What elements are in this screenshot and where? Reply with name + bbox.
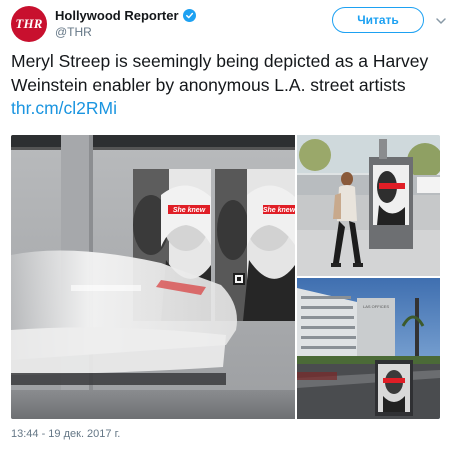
account-names[interactable]: Hollywood Reporter @THR [55,8,196,39]
follow-button[interactable]: Читать [332,7,424,33]
tweet-header: THR Hollywood Reporter @THR Читать [11,6,446,46]
svg-text:LAS OFFICES: LAS OFFICES [363,304,389,309]
photo-woman-walking[interactable] [297,135,440,276]
poster-caption-2: She knew [263,207,295,214]
handle[interactable]: @THR [55,25,196,39]
photo-building-billboard[interactable]: LAS OFFICES [297,278,440,419]
tweet-timestamp[interactable]: 13:44 - 19 дек. 2017 г. [11,428,120,440]
chevron-down-icon[interactable] [435,14,447,26]
tweet-text: Meryl Streep is seemingly being depicted… [11,50,441,121]
photo-street-posters[interactable]: She knew She knew [11,135,295,419]
avatar[interactable]: THR [11,6,47,42]
display-name[interactable]: Hollywood Reporter [55,8,196,23]
display-name-text: Hollywood Reporter [55,8,179,23]
avatar-logo-text: THR [15,16,43,31]
tweet-link[interactable]: thr.cm/cl2RMi [11,98,117,118]
verified-badge-icon [182,9,196,22]
media-grid: She knew She knew LAS OFFICES [11,135,440,419]
poster-caption-1: She knew [173,207,206,214]
tweet-body: Meryl Streep is seemingly being depicted… [11,51,429,95]
